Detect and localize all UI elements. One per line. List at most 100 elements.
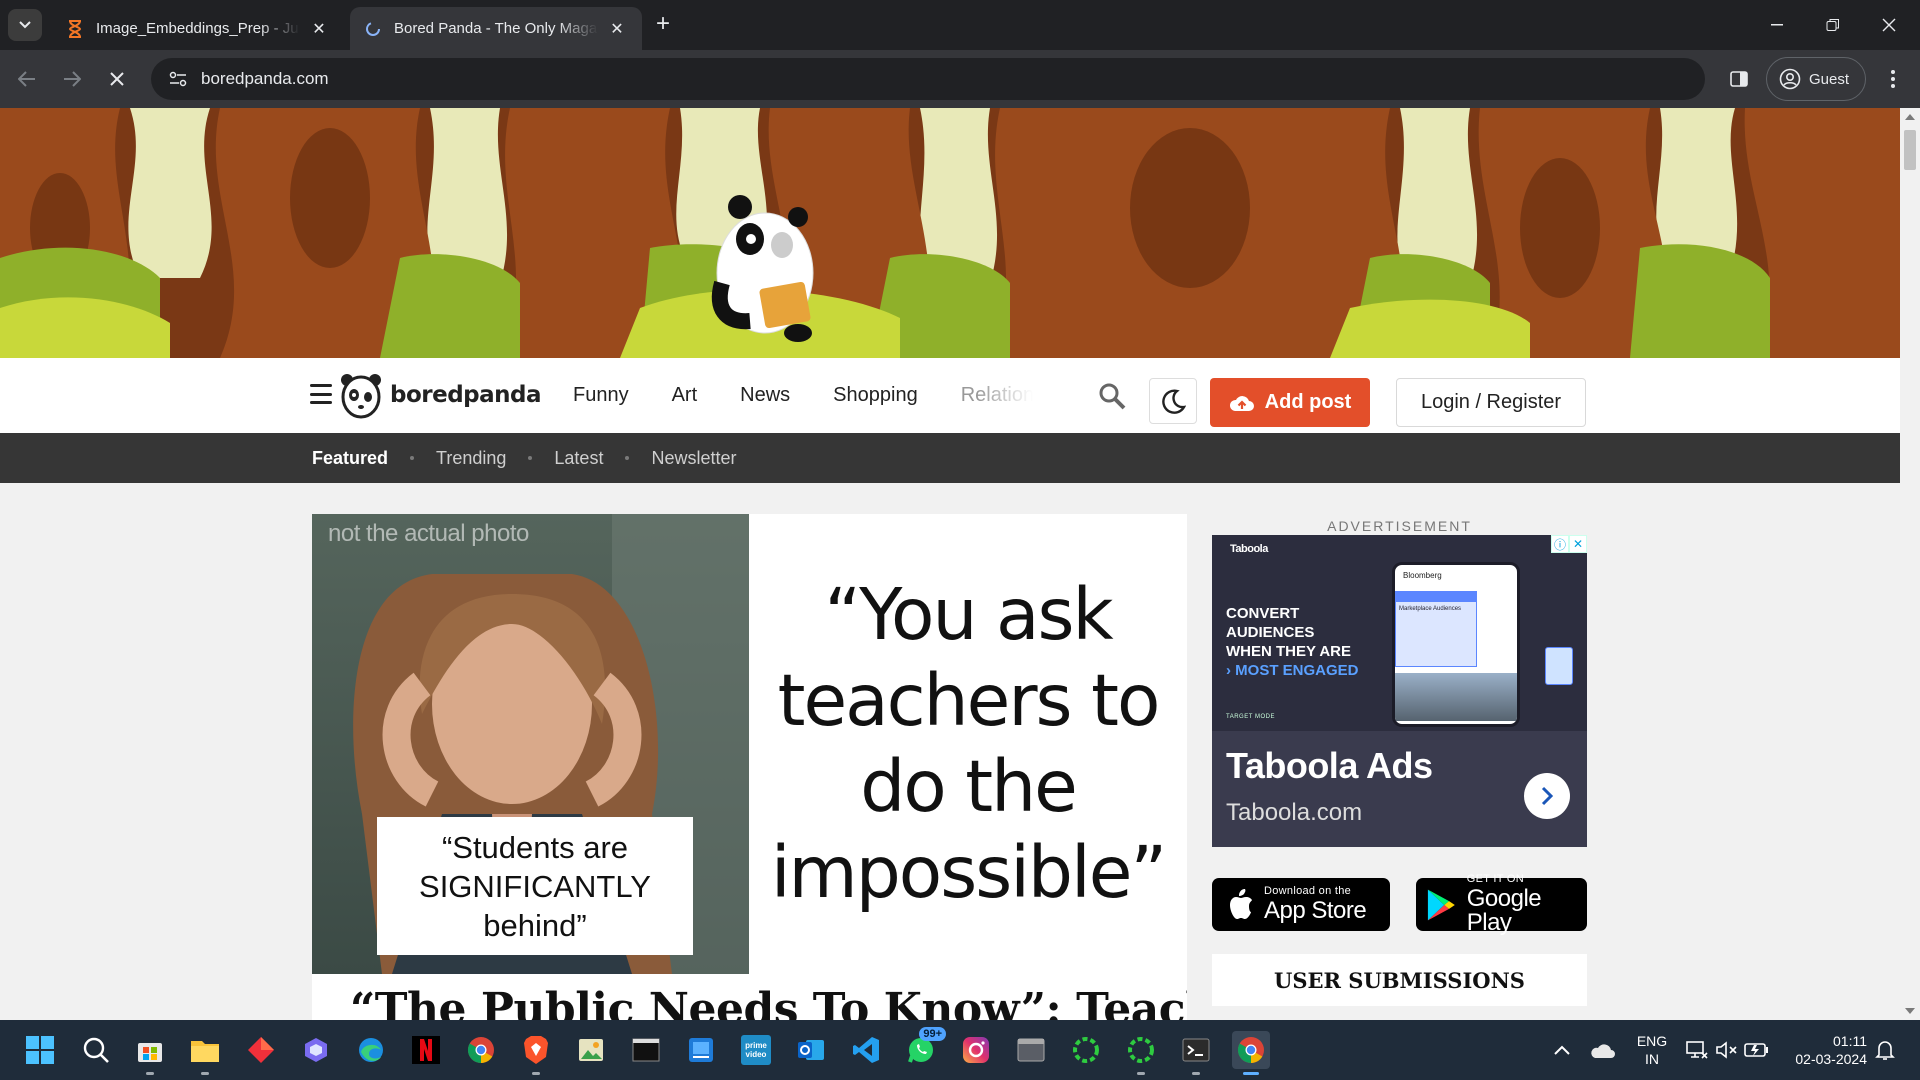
language-indicator[interactable]: ENG IN: [1634, 1032, 1670, 1068]
show-hidden-icons-button[interactable]: [1543, 1031, 1581, 1069]
app-store-badge[interactable]: Download on the App Store: [1212, 878, 1390, 931]
side-panel-button[interactable]: [1722, 62, 1756, 96]
brave-icon[interactable]: [517, 1031, 555, 1075]
subnav-featured[interactable]: Featured: [312, 448, 388, 469]
site-info-icon[interactable]: [165, 66, 191, 92]
chrome-active-icon[interactable]: [1232, 1031, 1270, 1075]
tab-title: Bored Panda - The Only Magazi: [394, 20, 598, 37]
tab-boredpanda[interactable]: Bored Panda - The Only Magazi ✕: [350, 7, 642, 50]
site-logo[interactable]: boredpanda: [340, 370, 542, 420]
generic-window-icon[interactable]: [1012, 1031, 1050, 1069]
ad-copy: CONVERT AUDIENCES WHEN THEY ARE › MOST E…: [1226, 604, 1359, 680]
copilot-icon[interactable]: [297, 1031, 335, 1069]
forest-illustration: [0, 108, 1900, 358]
image-viewer-icon[interactable]: [572, 1031, 610, 1069]
address-bar[interactable]: [151, 58, 1705, 100]
article-title[interactable]: “The Public Needs To Know”: Teacher: [350, 984, 1187, 1020]
green-ring-app-icon-2[interactable]: [1122, 1031, 1160, 1075]
search-button[interactable]: [1096, 380, 1128, 412]
site-header: boredpanda Funny Art News Shopping Relat…: [0, 358, 1900, 433]
quote-right: “You ask teachers to do the impossible”: [770, 573, 1167, 914]
page-scrollbar[interactable]: [1900, 108, 1920, 1020]
microsoft-store-icon[interactable]: [131, 1031, 169, 1075]
onedrive-icon[interactable]: [1583, 1031, 1621, 1069]
clock-date: 02-03-2024: [1795, 1051, 1867, 1067]
subnav-trending[interactable]: Trending: [436, 448, 506, 469]
close-tab-icon[interactable]: ✕: [606, 18, 628, 40]
subnav-latest[interactable]: Latest: [554, 448, 603, 469]
nav-link-art[interactable]: Art: [672, 384, 698, 407]
close-icon[interactable]: ✕: [1569, 535, 1587, 553]
red-diamond-app-icon[interactable]: [242, 1031, 280, 1069]
cloud-upload-icon: [1229, 395, 1254, 411]
system-clock[interactable]: 01:11 02-03-2024: [1783, 1032, 1867, 1068]
ad-copy-highlight: › MOST ENGAGED: [1226, 662, 1359, 679]
subnav-newsletter[interactable]: Newsletter: [651, 448, 736, 469]
login-register-button[interactable]: Login / Register: [1396, 378, 1586, 427]
clock-time: 01:11: [1833, 1033, 1867, 1049]
file-explorer-icon[interactable]: [186, 1031, 224, 1075]
taskbar-search[interactable]: [77, 1031, 115, 1069]
featured-article-card[interactable]: not the actual photo “Students are SIGNI…: [312, 514, 1187, 1020]
google-play-badge[interactable]: GET IT ON Google Play: [1416, 874, 1587, 935]
whatsapp-icon[interactable]: 99+: [902, 1027, 946, 1069]
google-play-big: Google Play: [1466, 885, 1542, 936]
scroll-thumb[interactable]: [1904, 130, 1916, 170]
user-submissions-heading[interactable]: USER SUBMISSIONS: [1212, 954, 1587, 1006]
article-photo[interactable]: not the actual photo “Students are SIGNI…: [312, 514, 749, 974]
terminal-window-icon[interactable]: [627, 1031, 665, 1069]
scroll-down-arrow[interactable]: [1905, 1008, 1915, 1014]
tab-jupyter[interactable]: Image_Embeddings_Prep - Jupy ✕: [52, 7, 344, 50]
notification-badge: 99+: [919, 1027, 946, 1041]
scroll-up-arrow[interactable]: [1905, 114, 1915, 120]
chrome-icon[interactable]: [462, 1031, 500, 1069]
green-ring-app-icon[interactable]: [1067, 1031, 1105, 1069]
add-post-button[interactable]: Add post: [1210, 378, 1370, 427]
vscode-icon[interactable]: [847, 1031, 885, 1069]
hamburger-menu-icon[interactable]: [310, 384, 332, 404]
nav-link-shopping[interactable]: Shopping: [833, 384, 918, 407]
edge-browser-icon[interactable]: [352, 1031, 390, 1069]
close-window-button[interactable]: [1866, 8, 1912, 42]
back-button[interactable]: [10, 62, 44, 96]
instagram-icon[interactable]: [957, 1031, 995, 1069]
nav-link-funny[interactable]: Funny: [573, 384, 629, 407]
tab-search-button[interactable]: [8, 9, 42, 41]
forward-button[interactable]: [55, 62, 89, 96]
close-tab-icon[interactable]: ✕: [308, 18, 330, 40]
netflix-icon[interactable]: [407, 1031, 445, 1069]
nav-link-relationships[interactable]: Relation: [961, 384, 1033, 407]
outlook-icon[interactable]: [792, 1031, 830, 1069]
restore-button[interactable]: [1810, 8, 1856, 42]
search-icon: [83, 1037, 109, 1063]
battery-charging-icon[interactable]: [1738, 1031, 1776, 1069]
app-store-text: Download on the App Store: [1264, 886, 1367, 923]
ad-cta-button[interactable]: [1524, 773, 1570, 819]
page-viewport: boredpanda Funny Art News Shopping Relat…: [0, 108, 1900, 1020]
ad-choices[interactable]: ⓘ ✕: [1551, 535, 1587, 553]
notifications-bell-icon[interactable]: [1866, 1031, 1904, 1069]
windows-taskbar: prime video 99+ ENG IN 01:11 02-03-2024: [0, 1020, 1920, 1080]
hourglass-icon: [66, 19, 84, 38]
windows-terminal-icon[interactable]: [1177, 1031, 1215, 1075]
nav-link-news[interactable]: News: [740, 384, 790, 407]
minimize-button[interactable]: [1754, 8, 1800, 42]
stop-loading-button[interactable]: [100, 62, 134, 96]
search-icon: [1099, 383, 1126, 410]
prime-video-icon[interactable]: prime video: [737, 1031, 775, 1069]
car-image: [1395, 673, 1517, 721]
taboola-ad[interactable]: Taboola ⓘ ✕ Bloomberg Marketplace Audien…: [1212, 535, 1587, 847]
profile-button[interactable]: Guest: [1766, 57, 1866, 101]
info-icon[interactable]: ⓘ: [1551, 535, 1569, 553]
browser-menu-button[interactable]: [1876, 62, 1910, 96]
dark-mode-toggle[interactable]: [1149, 378, 1197, 424]
url-input[interactable]: [201, 69, 801, 89]
start-button[interactable]: [21, 1031, 59, 1069]
advertisement-label: ADVERTISEMENT: [1327, 518, 1472, 534]
new-tab-button[interactable]: +: [650, 12, 676, 38]
windows-logo-icon: [26, 1036, 54, 1064]
ad-phone-brand: Bloomberg: [1403, 571, 1442, 580]
ad-target-mode: TARGET MODE: [1226, 714, 1275, 720]
google-play-text: GET IT ON Google Play: [1467, 874, 1587, 935]
blue-window-app-icon[interactable]: [682, 1031, 720, 1069]
